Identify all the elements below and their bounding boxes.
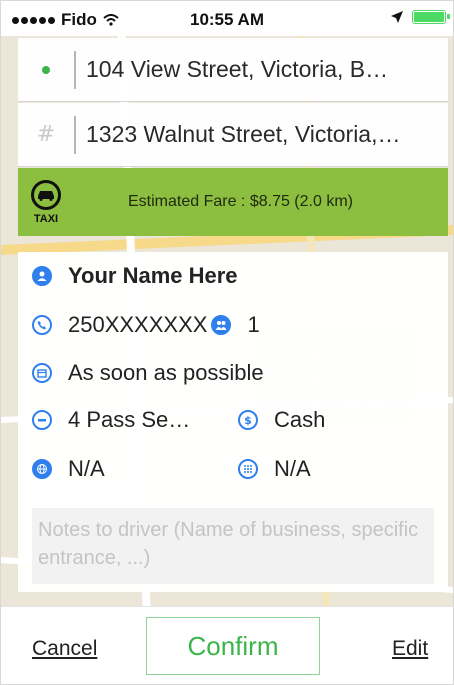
dollar-icon: $	[238, 410, 258, 430]
location-arrow-icon	[391, 11, 403, 23]
hash-icon: #	[36, 122, 56, 147]
keypad-row[interactable]: N/A	[238, 451, 311, 487]
person-icon	[32, 266, 52, 286]
passenger-count-icon	[211, 315, 232, 335]
pickup-time: As soon as possible	[68, 360, 264, 385]
phone-row[interactable]: 250XXXXXXX 1	[32, 307, 260, 343]
booking-details-card: Your Name Here 250XXXXXXX 1 As soon as p…	[18, 252, 448, 592]
keypad-value: N/A	[274, 456, 311, 481]
payment-method: Cash	[274, 407, 326, 432]
estimated-fare-bar: TAXI Estimated Fare : $8.75 (2.0 km)	[18, 168, 448, 236]
payment-row[interactable]: $ Cash	[238, 402, 325, 438]
clock: 10:55 AM	[189, 10, 264, 29]
dropoff-address: 1323 Walnut Street, Victoria,…	[86, 121, 401, 147]
pickup-time-row[interactable]: As soon as possible	[32, 355, 264, 391]
passenger-count: 1	[247, 312, 260, 337]
battery-icon	[412, 10, 450, 24]
globe-icon	[32, 459, 52, 479]
phone-icon	[32, 315, 52, 335]
account-value: N/A	[68, 456, 105, 481]
keypad-icon	[238, 459, 258, 479]
pickup-dot-icon	[42, 65, 50, 74]
calendar-icon	[32, 363, 52, 383]
confirm-button[interactable]: Confirm	[146, 617, 320, 675]
edit-button[interactable]: Edit	[392, 637, 428, 661]
account-row[interactable]: N/A	[32, 451, 105, 487]
estimated-fare-text: Estimated Fare : $8.75 (2.0 km)	[128, 193, 353, 210]
passenger-name: Your Name Here	[68, 263, 238, 288]
vehicle-row[interactable]: 4 Pass Se…	[32, 402, 190, 438]
pickup-address: 104 View Street, Victoria, B…	[86, 56, 389, 82]
taxi-car-icon	[31, 179, 61, 210]
vehicle-type-icon	[32, 410, 52, 430]
action-bar: Cancel Confirm Edit	[0, 606, 454, 685]
phone-number: 250XXXXXXX	[68, 312, 208, 337]
vehicle-type: 4 Pass Se…	[68, 407, 191, 432]
dropoff-address-field[interactable]: # 1323 Walnut Street, Victoria,…	[18, 103, 448, 167]
name-row[interactable]: Your Name Here	[32, 258, 238, 294]
cancel-button[interactable]: Cancel	[32, 637, 97, 661]
pickup-address-field[interactable]: 104 View Street, Victoria, B…	[18, 38, 448, 102]
taxi-badge: TAXI	[18, 179, 74, 225]
status-bar: Fido 10:55 AM	[0, 0, 454, 36]
notes-to-driver-input[interactable]	[32, 508, 434, 584]
taxi-label: TAXI	[33, 212, 59, 225]
